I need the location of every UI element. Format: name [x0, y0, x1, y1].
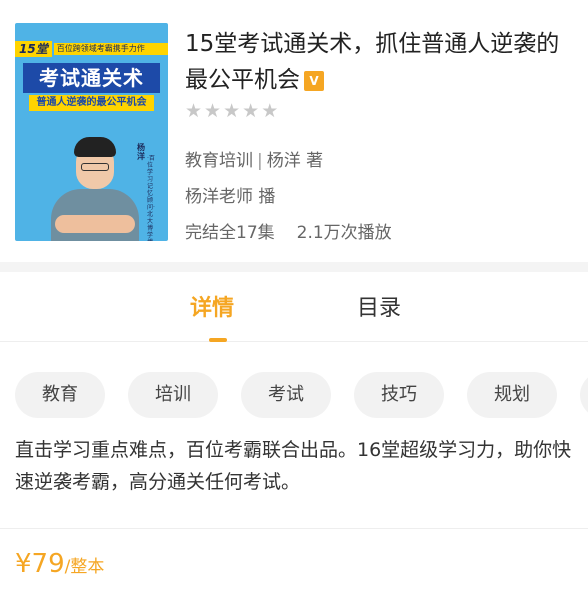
tag-pill[interactable]: 考试: [241, 372, 331, 418]
price-unit: /整本: [64, 557, 105, 577]
star-icon: ★: [185, 100, 203, 122]
section-divider: [0, 262, 588, 272]
album-description: 直击学习重点难点，百位考霸联合出品。16堂超级学习力，助你快速逆袭考霸，高分通关…: [15, 439, 572, 493]
price-value: ¥79: [15, 549, 65, 579]
star-icon: ★: [261, 100, 279, 122]
tag-pill-overflow[interactable]: [580, 372, 588, 418]
vip-badge-icon: V: [304, 71, 324, 91]
meta-separator: |: [257, 151, 263, 171]
cover-subtitle: 普通人逆袭的最公平机会: [29, 95, 154, 111]
tag-list: 教育 培训 考试 技巧 规划: [15, 372, 588, 418]
album-plays: 2.1万次播放: [296, 223, 392, 243]
album-category-author: 教育培训 | 杨洋 著: [185, 146, 323, 171]
album-category[interactable]: 教育培训: [185, 151, 253, 171]
price-divider: [0, 528, 588, 529]
cover-top-band: 15堂 百位跨领域考霸携手力作: [15, 41, 168, 57]
album-title-text: 15堂考试通关术，抓住普通人逆袭的最公平机会: [185, 31, 560, 93]
album-author[interactable]: 杨洋 著: [267, 151, 323, 171]
tab-detail[interactable]: 详情: [190, 294, 234, 324]
cover-side-text: ·百位学习记忆顾问·北大博学博士·: [147, 155, 155, 241]
tag-pill[interactable]: 培训: [128, 372, 218, 418]
tab-catalog[interactable]: 目录: [357, 294, 401, 324]
tag-pill[interactable]: 规划: [467, 372, 557, 418]
album-episodes: 完结全17集: [185, 223, 275, 243]
active-tab-indicator: [209, 338, 227, 342]
album-title: 15堂考试通关术，抓住普通人逆袭的最公平机会 V: [185, 26, 580, 98]
album-cover[interactable]: 15堂 百位跨领域考霸携手力作 考试通关术 普通人逆袭的最公平机会 杨洋 ·百位…: [15, 23, 168, 241]
cover-number-badge: 15堂: [15, 41, 52, 57]
tag-pill[interactable]: 教育: [15, 372, 105, 418]
price-block: ¥79/整本: [15, 546, 104, 585]
album-host[interactable]: 杨洋老师 播: [185, 182, 275, 207]
rating-stars: ★ ★ ★ ★ ★: [185, 100, 278, 122]
cover-title: 考试通关术: [23, 63, 160, 93]
star-icon: ★: [204, 100, 222, 122]
tab-bar: 详情 目录: [0, 272, 588, 342]
tag-pill[interactable]: 技巧: [354, 372, 444, 418]
star-icon: ★: [242, 100, 260, 122]
album-header: 15堂 百位跨领域考霸携手力作 考试通关术 普通人逆袭的最公平机会 杨洋 ·百位…: [0, 0, 588, 262]
album-status: 完结全17集 2.1万次播放: [185, 218, 392, 243]
star-icon: ★: [223, 100, 241, 122]
cover-tagline: 百位跨领域考霸携手力作: [53, 43, 168, 55]
cover-portrait: [49, 123, 141, 241]
